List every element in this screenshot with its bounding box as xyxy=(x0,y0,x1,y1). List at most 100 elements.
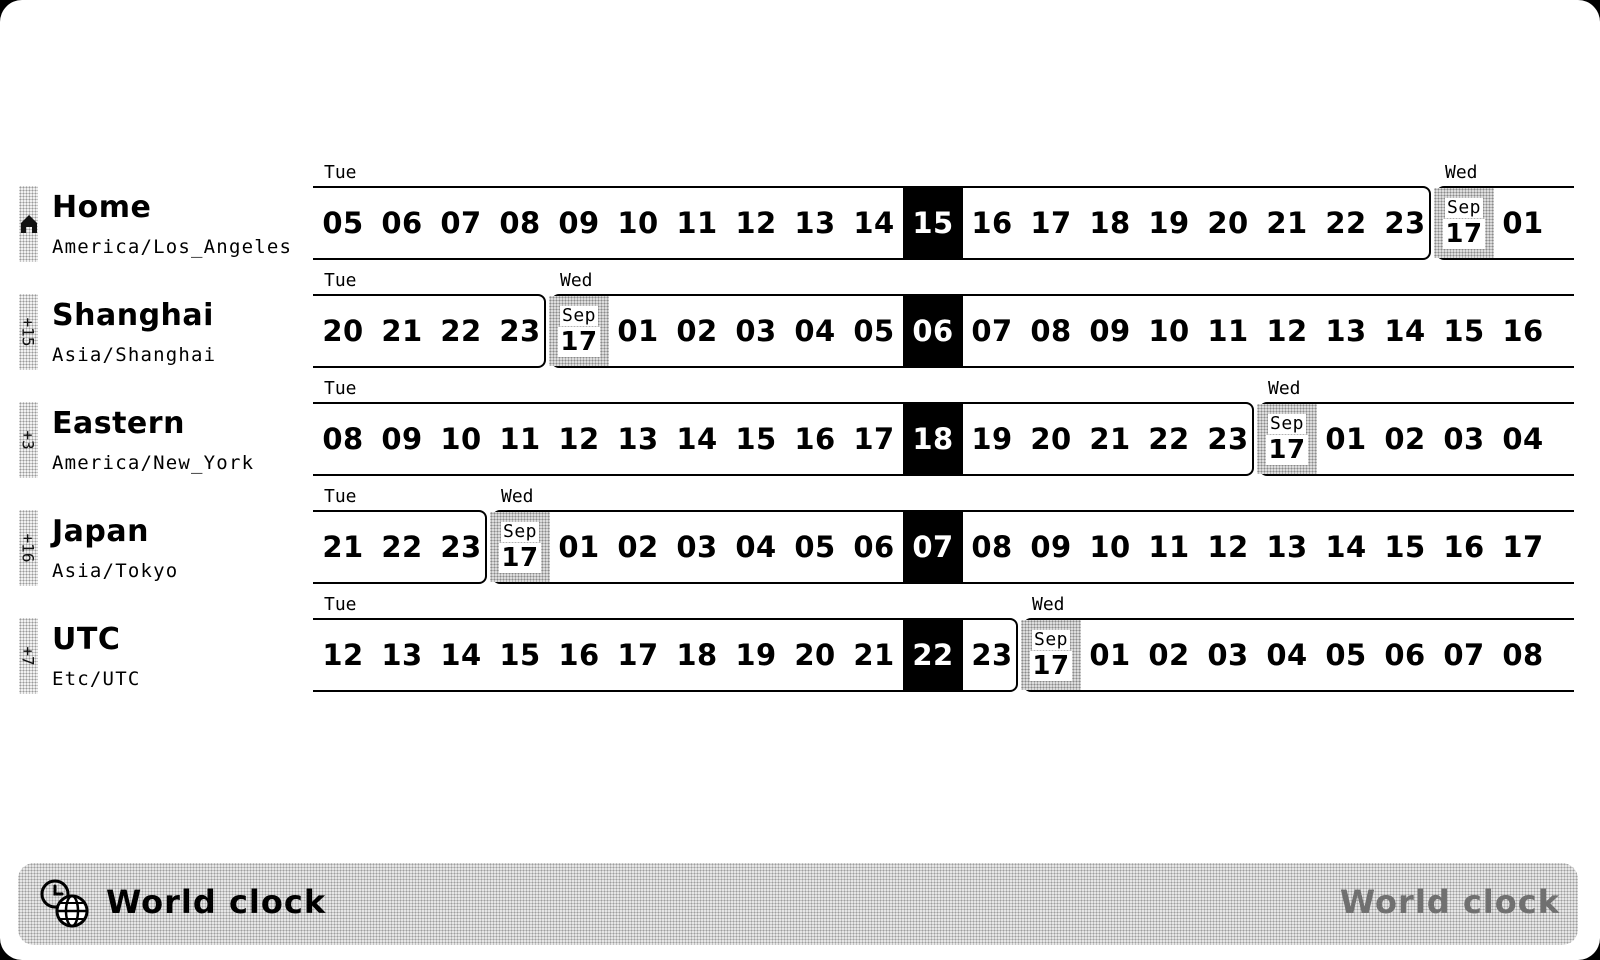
hour-cell-day-start[interactable]: Sep 17 xyxy=(490,512,550,582)
hour-cell-current[interactable]: 18 xyxy=(903,404,963,474)
hour-cell[interactable]: 06 xyxy=(1375,620,1435,690)
hour-cell-current[interactable]: 07 xyxy=(903,512,963,582)
hour-cell[interactable]: 07 xyxy=(962,296,1022,366)
hour-cell[interactable]: 09 xyxy=(1021,512,1081,582)
hour-cell[interactable]: 21 xyxy=(313,512,373,582)
hour-cell[interactable]: 03 xyxy=(1198,620,1258,690)
hour-cell[interactable]: 12 xyxy=(1257,296,1317,366)
hour-cell[interactable]: 17 xyxy=(1493,512,1553,582)
hour-cell-current[interactable]: 06 xyxy=(903,296,963,366)
hour-cell[interactable]: 23 xyxy=(962,620,1022,690)
hour-cell-day-start[interactable]: Sep 17 xyxy=(1257,404,1317,474)
hour-cell[interactable]: 13 xyxy=(1257,512,1317,582)
hour-cell[interactable]: 09 xyxy=(549,188,609,258)
hour-cell[interactable]: 04 xyxy=(726,512,786,582)
timezone-row-home[interactable]: Home America/Los_Angeles Tue Wed 05 06 07 08 09 1… xyxy=(0,162,1600,274)
hour-cell[interactable]: 17 xyxy=(608,620,668,690)
hour-cell[interactable]: 16 xyxy=(962,188,1022,258)
hour-cell[interactable]: 19 xyxy=(962,404,1022,474)
hour-cell[interactable]: 02 xyxy=(1139,620,1199,690)
hour-cell[interactable]: 20 xyxy=(1198,188,1258,258)
hour-cell[interactable]: 19 xyxy=(726,620,786,690)
hour-cell[interactable]: 23 xyxy=(431,512,491,582)
hour-cell[interactable]: 19 xyxy=(1139,188,1199,258)
hour-cell[interactable]: 01 xyxy=(608,296,668,366)
hour-cell[interactable]: 02 xyxy=(667,296,727,366)
hour-cell[interactable]: 13 xyxy=(1316,296,1376,366)
hour-cell-day-start[interactable]: Sep 17 xyxy=(1021,620,1081,690)
hour-cell[interactable]: 04 xyxy=(1257,620,1317,690)
hour-cell[interactable]: 08 xyxy=(962,512,1022,582)
hour-cell[interactable]: 14 xyxy=(1375,296,1435,366)
timezone-row-shanghai[interactable]: +15 Shanghai Asia/Shanghai Tue Wed 20 21 22 23 Se… xyxy=(0,270,1600,382)
hour-cell[interactable]: 12 xyxy=(726,188,786,258)
hour-cell[interactable]: 14 xyxy=(667,404,727,474)
hour-cell-current[interactable]: 15 xyxy=(903,188,963,258)
hour-cell[interactable]: 15 xyxy=(490,620,550,690)
hour-cell[interactable]: 12 xyxy=(549,404,609,474)
hour-cell[interactable]: 08 xyxy=(313,404,373,474)
hour-cell[interactable]: 12 xyxy=(1198,512,1258,582)
hour-cell[interactable]: 21 xyxy=(844,620,904,690)
hour-cell[interactable]: 01 xyxy=(1493,188,1553,258)
hour-cell[interactable]: 21 xyxy=(1257,188,1317,258)
hour-cell[interactable]: 20 xyxy=(313,296,373,366)
hour-cell[interactable]: 08 xyxy=(1493,620,1553,690)
hour-cell[interactable]: 09 xyxy=(372,404,432,474)
hour-cell[interactable]: 14 xyxy=(431,620,491,690)
hour-cell[interactable]: 22 xyxy=(372,512,432,582)
hour-cell[interactable]: 09 xyxy=(1080,296,1140,366)
hour-cell[interactable]: 04 xyxy=(1493,404,1553,474)
hour-cell[interactable]: 15 xyxy=(1434,296,1494,366)
hour-cell[interactable]: 18 xyxy=(667,620,727,690)
hour-cell[interactable]: 21 xyxy=(372,296,432,366)
hour-cell[interactable]: 01 xyxy=(549,512,609,582)
hour-cell-day-start[interactable]: Sep 17 xyxy=(549,296,609,366)
hour-cell[interactable]: 14 xyxy=(1316,512,1376,582)
hour-cell[interactable]: 11 xyxy=(1139,512,1199,582)
hour-cell[interactable]: 02 xyxy=(1375,404,1435,474)
hour-cell[interactable]: 22 xyxy=(1139,404,1199,474)
hour-cell[interactable]: 10 xyxy=(1139,296,1199,366)
timezone-row-japan[interactable]: +16 Japan Asia/Tokyo Tue Wed 21 22 23 Sep 17 01 02 0… xyxy=(0,486,1600,598)
hour-cell[interactable]: 10 xyxy=(1080,512,1140,582)
hour-cell[interactable]: 06 xyxy=(844,512,904,582)
hour-cell[interactable]: 20 xyxy=(1021,404,1081,474)
hour-cell-day-start[interactable]: Sep 17 xyxy=(1434,188,1494,258)
hour-cell[interactable]: 22 xyxy=(431,296,491,366)
hour-cell[interactable]: 03 xyxy=(667,512,727,582)
hour-cell[interactable]: 08 xyxy=(1021,296,1081,366)
hour-cell-current[interactable]: 22 xyxy=(903,620,963,690)
hour-cell[interactable]: 05 xyxy=(313,188,373,258)
hour-cell[interactable]: 05 xyxy=(844,296,904,366)
hour-cell[interactable]: 20 xyxy=(785,620,845,690)
hour-cell[interactable]: 01 xyxy=(1080,620,1140,690)
hour-cell[interactable]: 23 xyxy=(490,296,550,366)
hour-cell[interactable]: 04 xyxy=(785,296,845,366)
hour-cell[interactable]: 05 xyxy=(1316,620,1376,690)
hour-cell[interactable]: 16 xyxy=(1493,296,1553,366)
hour-cell[interactable]: 11 xyxy=(1198,296,1258,366)
hour-cell[interactable]: 23 xyxy=(1375,188,1435,258)
hour-cell[interactable]: 16 xyxy=(785,404,845,474)
hour-cell[interactable]: 16 xyxy=(549,620,609,690)
hour-cell[interactable]: 11 xyxy=(667,188,727,258)
hour-cell[interactable]: 14 xyxy=(844,188,904,258)
hour-cell[interactable]: 13 xyxy=(608,404,668,474)
hour-cell[interactable]: 10 xyxy=(431,404,491,474)
hour-cell[interactable]: 03 xyxy=(726,296,786,366)
hour-cell[interactable]: 16 xyxy=(1434,512,1494,582)
hour-cell[interactable]: 17 xyxy=(1021,188,1081,258)
hour-cell[interactable]: 17 xyxy=(844,404,904,474)
hour-cell[interactable]: 13 xyxy=(785,188,845,258)
hour-cell[interactable]: 05 xyxy=(785,512,845,582)
hour-cell[interactable]: 13 xyxy=(372,620,432,690)
hour-cell[interactable]: 03 xyxy=(1434,404,1494,474)
hour-cell[interactable]: 02 xyxy=(608,512,668,582)
hour-cell[interactable]: 18 xyxy=(1080,188,1140,258)
hour-cell[interactable]: 15 xyxy=(726,404,786,474)
hour-cell[interactable]: 12 xyxy=(313,620,373,690)
hour-cell[interactable]: 08 xyxy=(490,188,550,258)
timezone-row-utc[interactable]: +7 UTC Etc/UTC Tue Wed 12 13 14 15 16 17 18 19 20 21 22… xyxy=(0,594,1600,706)
hour-cell[interactable]: 23 xyxy=(1198,404,1258,474)
